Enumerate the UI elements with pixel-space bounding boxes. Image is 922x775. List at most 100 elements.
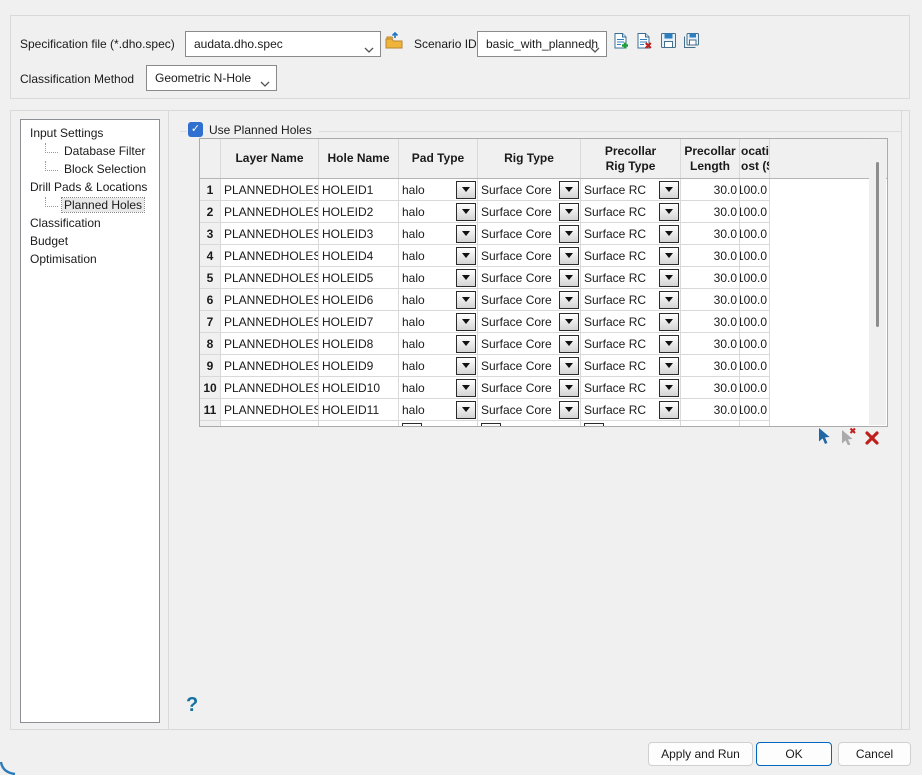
row-number-cell[interactable]: 1 (200, 179, 221, 201)
rig-type-cell[interactable] (478, 421, 581, 426)
layer-name-cell[interactable]: PLANNEDHOLES (221, 355, 319, 377)
rig-type-cell[interactable]: Surface Core (478, 355, 581, 377)
hole-name-cell[interactable]: HOLEID4 (319, 245, 399, 267)
location-cost-cell[interactable]: 100.0 (740, 245, 770, 267)
dropdown-button[interactable] (559, 291, 579, 309)
precollar-rig-type-cell[interactable] (581, 421, 681, 426)
spec-file-combobox[interactable]: audata.dho.spec (185, 31, 381, 57)
delete-scenario-button[interactable] (634, 33, 654, 53)
dropdown-button[interactable] (659, 225, 679, 243)
delete-rows-button[interactable] (862, 429, 882, 449)
dropdown-button[interactable] (456, 379, 476, 397)
dropdown-button[interactable] (659, 181, 679, 199)
precollar-rig-type-cell[interactable]: Surface RC (581, 311, 681, 333)
rig-type-cell[interactable]: Surface Core (478, 267, 581, 289)
rig-type-cell[interactable]: Surface Core (478, 377, 581, 399)
pad-type-cell[interactable]: halo (399, 267, 478, 289)
layer-name-cell[interactable] (221, 421, 319, 426)
hole-name-cell[interactable]: HOLEID11 (319, 399, 399, 421)
dropdown-button[interactable] (456, 181, 476, 199)
sidebar-item-classification[interactable]: Classification (21, 214, 159, 232)
rig-type-cell[interactable]: Surface Core (478, 289, 581, 311)
layer-name-cell[interactable]: PLANNEDHOLES (221, 399, 319, 421)
pad-type-cell[interactable] (399, 421, 478, 426)
rig-type-cell[interactable]: Surface Core (478, 399, 581, 421)
precollar-length-cell[interactable] (681, 421, 740, 426)
row-number-cell[interactable]: 11 (200, 399, 221, 421)
dropdown-button[interactable] (402, 423, 422, 427)
hole-name-cell[interactable]: HOLEID5 (319, 267, 399, 289)
rig-type-cell[interactable]: Surface Core (478, 245, 581, 267)
row-number-cell[interactable]: 4 (200, 245, 221, 267)
row-number-cell[interactable]: 6 (200, 289, 221, 311)
dropdown-button[interactable] (659, 291, 679, 309)
hole-name-cell[interactable]: HOLEID6 (319, 289, 399, 311)
row-number-cell[interactable]: 5 (200, 267, 221, 289)
precollar-length-cell[interactable]: 30.0 (681, 201, 740, 223)
sidebar-item-drill-pads-locations[interactable]: Drill Pads & Locations (21, 178, 159, 196)
location-cost-cell[interactable]: 100.0 (740, 355, 770, 377)
row-number-cell[interactable]: 2 (200, 201, 221, 223)
help-button[interactable]: ? (186, 694, 206, 717)
dropdown-button[interactable] (659, 247, 679, 265)
precollar-length-cell[interactable]: 30.0 (681, 179, 740, 201)
dropdown-button[interactable] (456, 335, 476, 353)
pad-type-cell[interactable]: halo (399, 245, 478, 267)
row-number-cell[interactable]: 7 (200, 311, 221, 333)
hole-name-cell[interactable]: HOLEID10 (319, 377, 399, 399)
hole-name-cell[interactable]: HOLEID3 (319, 223, 399, 245)
rig-type-cell[interactable]: Surface Core (478, 333, 581, 355)
layer-name-cell[interactable]: PLANNEDHOLES (221, 179, 319, 201)
precollar-rig-type-cell[interactable]: Surface RC (581, 245, 681, 267)
row-number-cell[interactable]: 3 (200, 223, 221, 245)
hole-name-cell[interactable]: HOLEID7 (319, 311, 399, 333)
layer-name-cell[interactable]: PLANNEDHOLES (221, 223, 319, 245)
save-scenario-button[interactable] (658, 33, 678, 53)
rig-type-cell[interactable]: Surface Core (478, 179, 581, 201)
hole-name-cell[interactable]: HOLEID2 (319, 201, 399, 223)
location-cost-cell[interactable]: 100.0 (740, 311, 770, 333)
dropdown-button[interactable] (559, 313, 579, 331)
dropdown-button[interactable] (559, 379, 579, 397)
precollar-length-cell[interactable]: 30.0 (681, 223, 740, 245)
rig-type-cell[interactable]: Surface Core (478, 223, 581, 245)
dropdown-button[interactable] (456, 291, 476, 309)
cancel-button[interactable]: Cancel (838, 742, 911, 766)
precollar-length-cell[interactable]: 30.0 (681, 355, 740, 377)
precollar-rig-type-cell[interactable]: Surface RC (581, 267, 681, 289)
dropdown-button[interactable] (659, 269, 679, 287)
dropdown-button[interactable] (559, 401, 579, 419)
vertical-scrollbar[interactable] (869, 140, 886, 425)
dropdown-button[interactable] (584, 423, 604, 427)
precollar-rig-type-cell[interactable]: Surface RC (581, 355, 681, 377)
dropdown-button[interactable] (659, 335, 679, 353)
precollar-rig-type-cell[interactable]: Surface RC (581, 333, 681, 355)
layer-name-cell[interactable]: PLANNEDHOLES (221, 201, 319, 223)
precollar-length-cell[interactable]: 30.0 (681, 377, 740, 399)
precollar-length-cell[interactable]: 30.0 (681, 399, 740, 421)
dropdown-button[interactable] (559, 357, 579, 375)
location-cost-cell[interactable]: 100.0 (740, 289, 770, 311)
pad-type-cell[interactable]: halo (399, 311, 478, 333)
dropdown-button[interactable] (559, 269, 579, 287)
pad-type-cell[interactable]: halo (399, 201, 478, 223)
pad-type-cell[interactable]: halo (399, 355, 478, 377)
row-number-cell[interactable]: 8 (200, 333, 221, 355)
layer-name-cell[interactable]: PLANNEDHOLES (221, 267, 319, 289)
precollar-rig-type-cell[interactable]: Surface RC (581, 179, 681, 201)
sidebar-item-input-settings[interactable]: Input Settings (21, 124, 159, 142)
location-cost-cell[interactable]: 100.0 (740, 267, 770, 289)
select-rows-button[interactable] (814, 428, 834, 448)
location-cost-cell[interactable]: 100.0 (740, 201, 770, 223)
dropdown-button[interactable] (659, 379, 679, 397)
sidebar-item-block-selection[interactable]: Block Selection (21, 160, 159, 178)
layer-name-cell[interactable]: PLANNEDHOLES (221, 377, 319, 399)
precollar-rig-type-cell[interactable]: Surface RC (581, 201, 681, 223)
dropdown-button[interactable] (659, 401, 679, 419)
add-scenario-button[interactable] (611, 33, 631, 53)
dropdown-button[interactable] (456, 225, 476, 243)
location-cost-cell[interactable]: 100.0 (740, 179, 770, 201)
location-cost-cell[interactable]: 100.0 (740, 333, 770, 355)
dropdown-button[interactable] (559, 181, 579, 199)
deselect-rows-button[interactable] (838, 428, 858, 448)
